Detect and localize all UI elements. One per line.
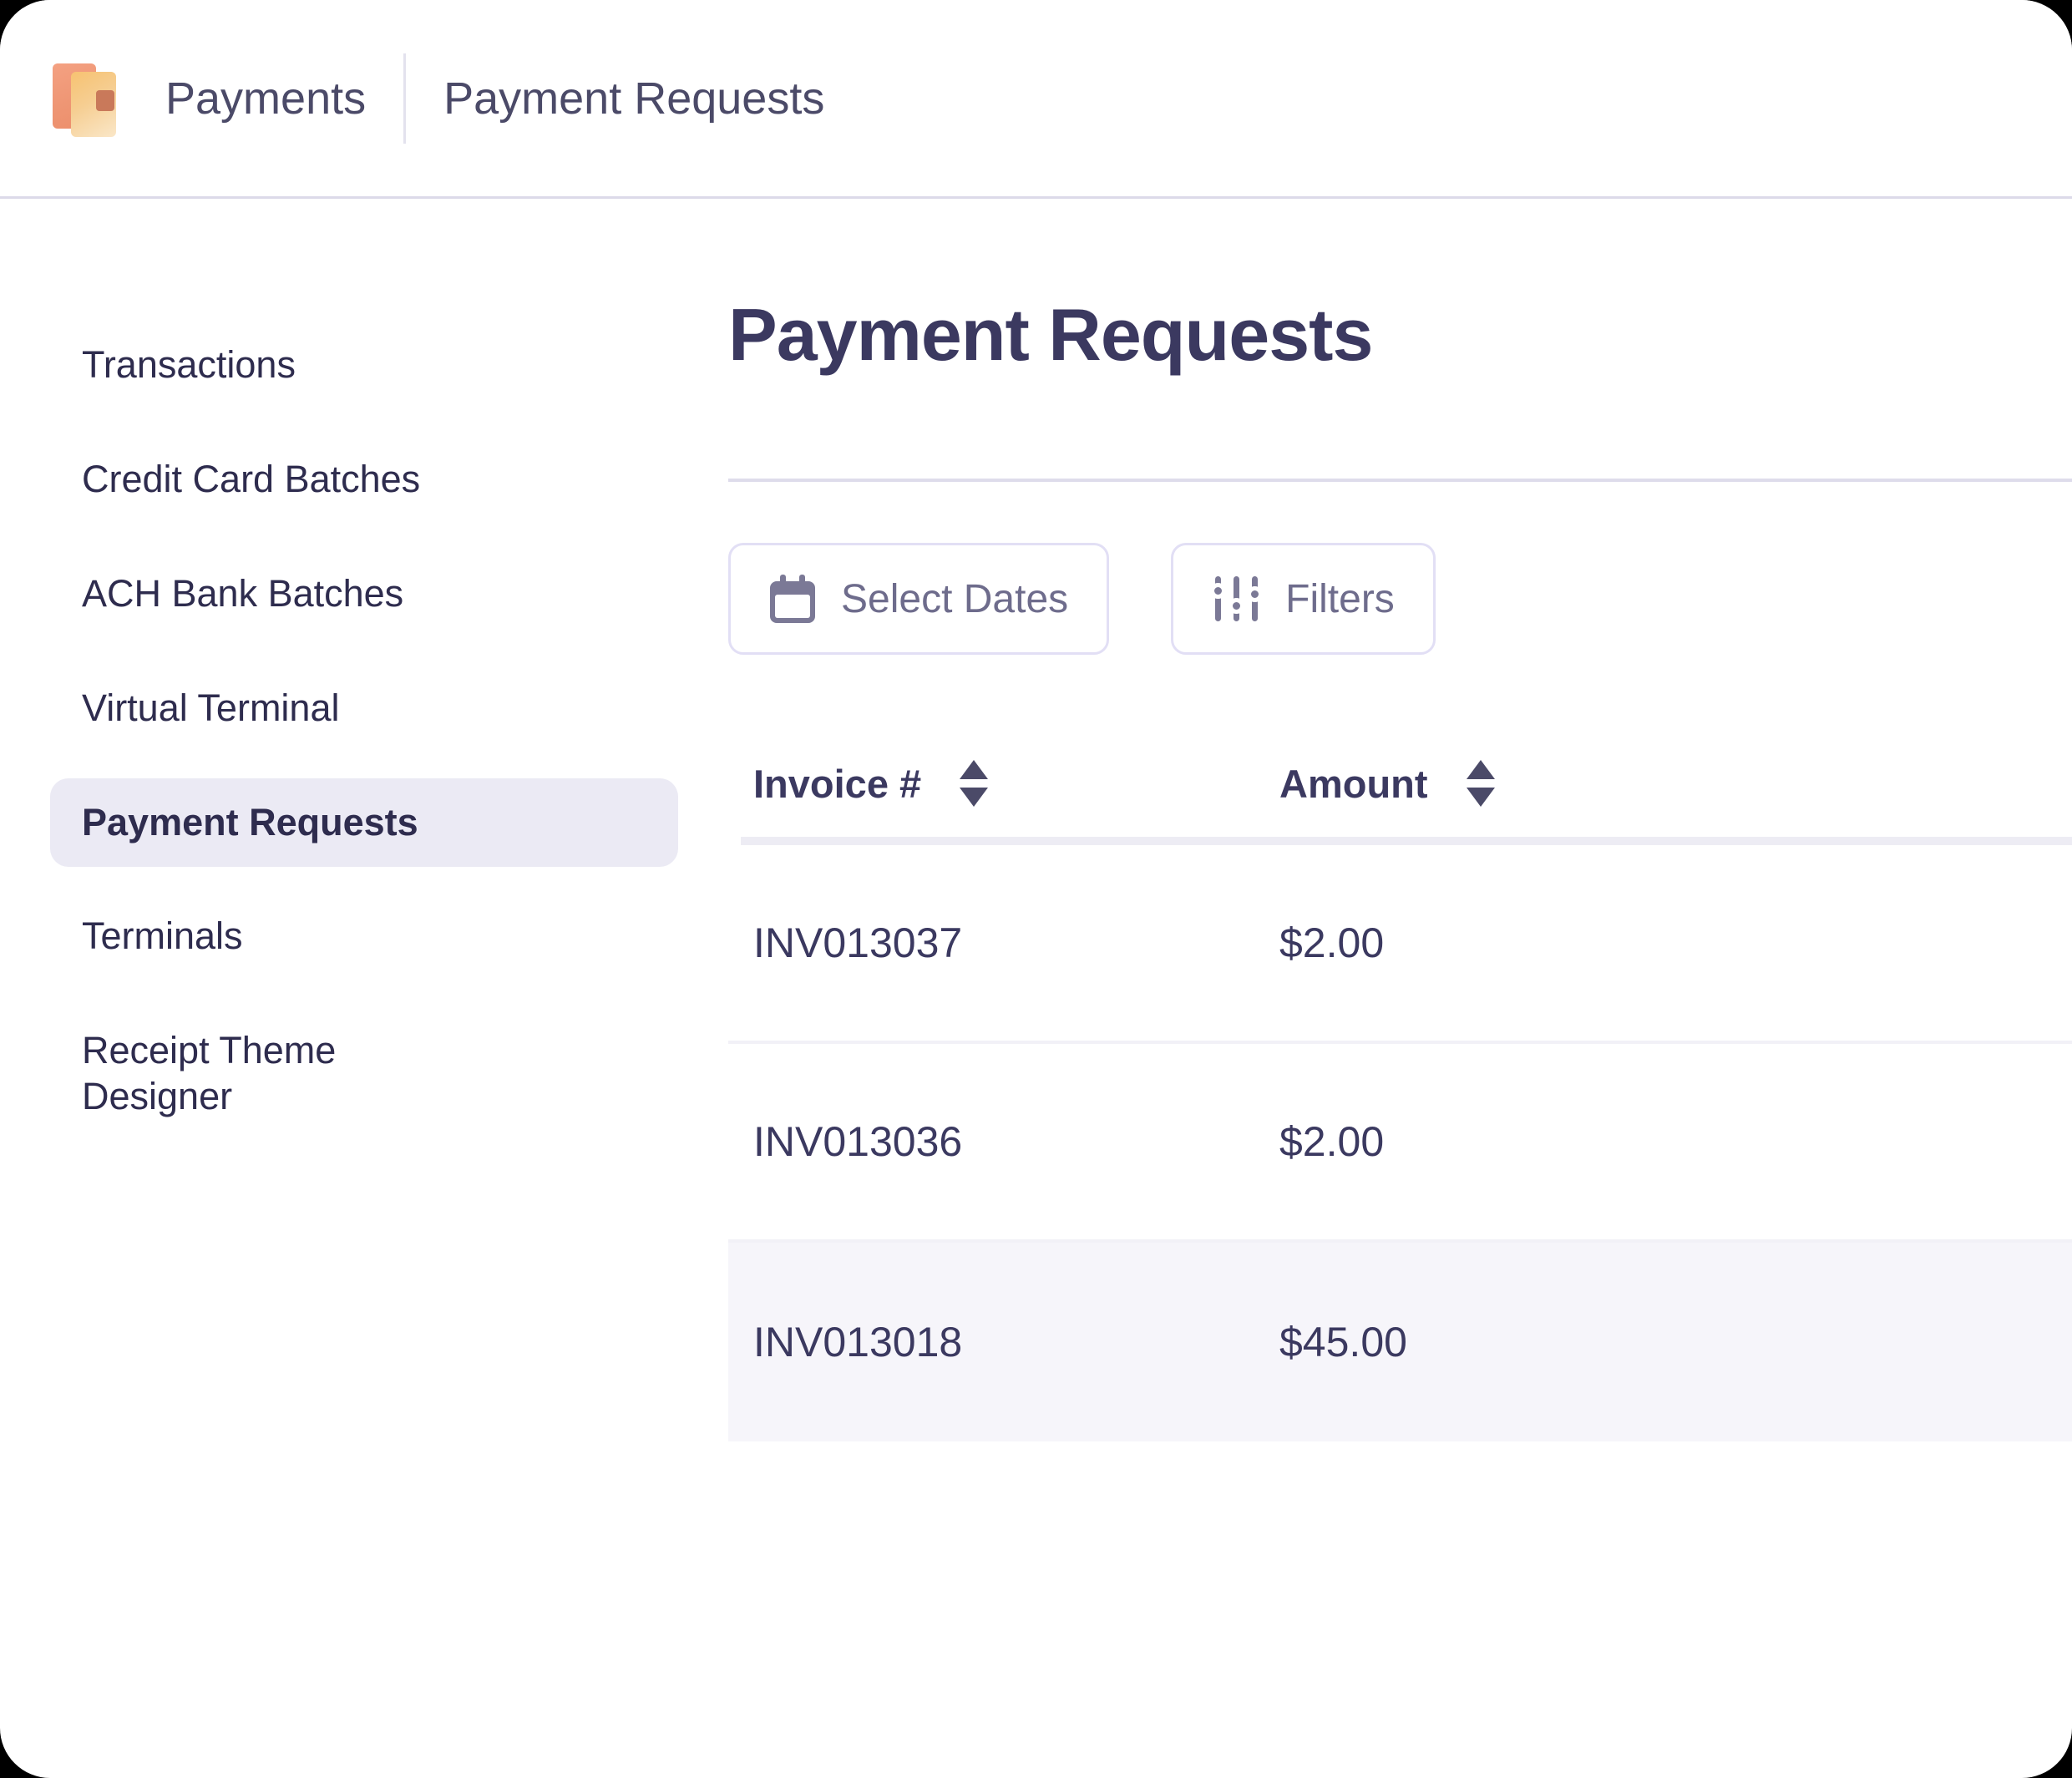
select-dates-button[interactable]: Select Dates [728,543,1110,655]
title-divider [728,479,2072,482]
top-header-bar: Payments Payment Requests [0,0,2072,199]
sidebar-item-transactions[interactable]: Transactions [50,321,678,410]
logo-stamp [96,89,114,111]
breadcrumb-page[interactable]: Payment Requests [443,73,824,124]
sidebar-item-credit-card-batches[interactable]: Credit Card Batches [50,435,678,524]
documents-stack-icon [53,58,118,137]
cell-invoice: INV013037 [753,919,963,966]
sidebar-item-label: Receipt Theme Designer [82,1029,337,1118]
select-dates-label: Select Dates [841,576,1069,621]
cell-invoice: INV013036 [753,1118,963,1165]
table-row[interactable]: INV013018 $45.00 [728,1243,2072,1441]
breadcrumb-section[interactable]: Payments [165,73,366,124]
sidebar-item-payment-requests[interactable]: Payment Requests [50,778,678,868]
sidebar-item-label: Credit Card Batches [82,457,421,500]
sidebar-nav: Transactions Credit Card Batches ACH Ban… [0,199,728,1778]
cell-invoice: INV013018 [753,1319,963,1365]
cell-amount: $2.00 [1279,919,1385,966]
cell-amount: $2.00 [1279,1118,1385,1165]
breadcrumb-separator [403,53,407,144]
column-header-invoice[interactable]: Invoice # [753,760,1279,807]
filter-toolbar: Select Dates Filters [728,543,2072,655]
table-row[interactable]: INV013036 $2.00 [728,1044,2072,1243]
sidebar-item-label: Virtual Terminal [82,686,340,729]
app-window: Payments Payment Requests Transactions C… [0,0,2072,1778]
sort-updown-icon[interactable] [1466,760,1495,807]
page-title: Payment Requests [728,293,1373,376]
sidebar-item-label: Payment Requests [82,800,418,843]
table-row[interactable]: INV013037 $2.00 [728,845,2072,1044]
column-header-label: Amount [1279,761,1428,806]
filters-label: Filters [1285,576,1395,621]
filters-button[interactable]: Filters [1171,543,1436,655]
sidebar-item-label: Transactions [82,343,296,386]
sidebar-item-label: Terminals [82,914,243,958]
main-content: Payment Requests Select Dates Filters In… [728,199,2072,1778]
sidebar-item-terminals[interactable]: Terminals [50,892,678,981]
column-header-amount[interactable]: Amount [1279,760,1806,807]
table-header-row: Invoice # Amount [728,730,2072,837]
sort-updown-icon[interactable] [960,760,989,807]
sidebar-item-ach-bank-batches[interactable]: ACH Bank Batches [50,550,678,639]
cell-amount: $45.00 [1279,1319,1407,1365]
calendar-icon [769,575,816,623]
payment-requests-table: Invoice # Amount INV013037 $2.00 INV0130… [728,730,2072,1441]
sidebar-item-virtual-terminal[interactable]: Virtual Terminal [50,664,678,753]
body-container: Transactions Credit Card Batches ACH Ban… [0,199,2072,1778]
sliders-icon [1210,575,1264,623]
column-header-label: Invoice # [753,761,922,806]
sidebar-item-label: ACH Bank Batches [82,571,404,615]
table-header-rule [741,837,2072,845]
sidebar-item-receipt-theme-designer[interactable]: Receipt Theme Designer [50,1006,401,1142]
